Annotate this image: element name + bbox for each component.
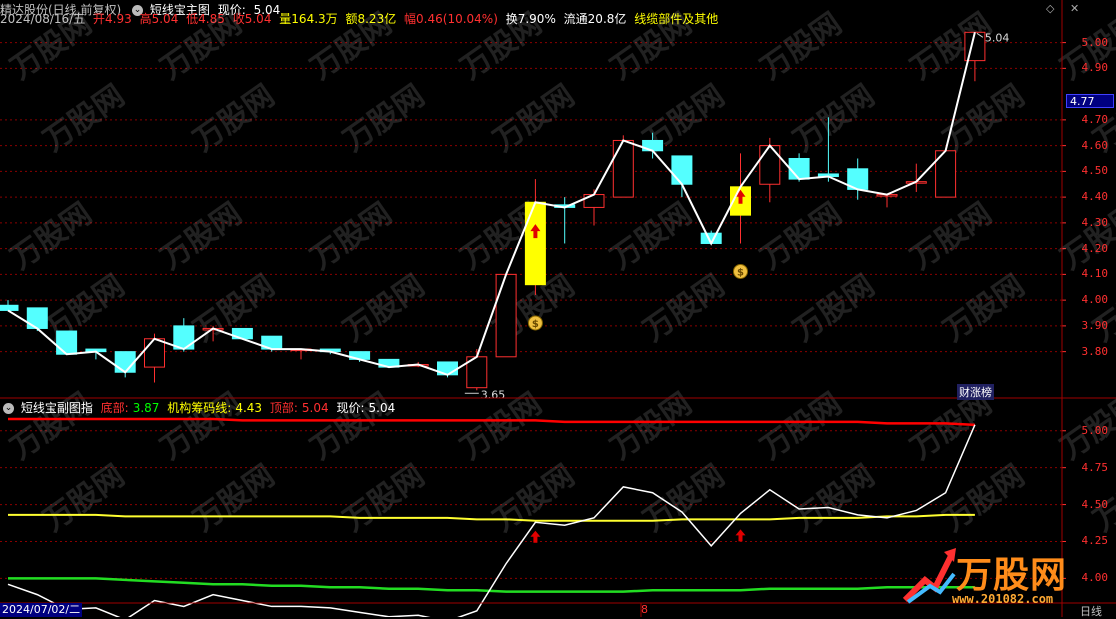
high-price-label: 5.04 [985,31,1010,44]
signal-candle [524,201,546,286]
price-chart[interactable]: 万股网 万股网 万股网 万股网 万股网 万股网 万股网 万股网万股网 万股网 万股网 万股网 万股网万… [0,0,1116,617]
caizhang-badge[interactable]: 财涨榜 [957,384,994,400]
down-candle [671,155,693,185]
axis-tick-label: 3.80 [1081,344,1109,358]
sub-indicator-name[interactable]: 短线宝副图指 [21,399,93,417]
up-candle [612,139,634,198]
top-value: 5.04 [301,401,329,415]
inst-value: 4.43 [235,401,263,415]
watermark-text: 万股网 [605,196,699,276]
bottom-value: 3.87 [132,401,160,415]
rising-arrow-icon [902,548,956,604]
sub-axis-tick-label: 5.00 [1081,423,1109,437]
watermark-text: 万股网 [37,78,131,158]
watermark-text: 万股网 [1055,196,1116,276]
axis-tick-label: 4.50 [1081,164,1109,178]
watermark-text: 万股网 [787,458,881,538]
watermark-text: 万股网 [905,196,999,276]
sub-axis-tick-label: 4.75 [1081,460,1109,474]
watermark-text: 万股网 [187,78,281,158]
month-mark: 8 [641,603,648,616]
watermark-text: 万股网 [155,196,249,276]
watermark-text: 万股网 [187,458,281,538]
current-price-tag: 4.77 [1066,93,1114,108]
watermark-text: 万股网 [637,268,731,348]
watermark-text: 万股网 [605,6,699,86]
watermark-text: 万股网 [305,196,399,276]
signal-arrow-icon [735,529,746,542]
watermark-text: 万股网 [337,268,431,348]
inst-label: 机构筹码线: [167,401,232,415]
down-candle [26,307,48,329]
axis-tick-label: 3.90 [1081,318,1109,332]
axis-tick-label: 4.20 [1081,241,1109,255]
bottom-line [8,577,975,593]
start-date: 2024/07/02/二 [0,603,83,617]
watermark-text: 万股网 [937,268,1031,348]
watermark-text: 万股网 [755,196,849,276]
axis-tick-label: 4.40 [1081,190,1109,204]
watermark-text: 万股网 [5,196,99,276]
axis-tick-label: 5.00 [1081,35,1109,49]
axis-tick-label: 4.00 [1081,293,1109,307]
sub-price-value: 5.04 [368,401,396,415]
money-bag-glyph: $ [532,319,539,330]
axis-tick-label: 4.10 [1081,267,1109,281]
watermark-text: 万股网 [305,6,399,86]
down-candle [114,351,136,373]
watermark-text: 万股网 [937,78,1031,158]
watermark-text: 万股网 [455,6,549,86]
watermark-text: 万股网 [337,458,431,538]
watermark-text: 万股网 [155,6,249,86]
up-candle [495,273,517,358]
top-label: 顶部: [269,401,298,415]
axis-tick-label: 4.30 [1081,215,1109,229]
watermark-brand: 万股网 [956,555,1068,596]
watermark-text: 万股网 [337,78,431,158]
watermark-text: 万股网 [937,458,1031,538]
up-candle [583,194,605,208]
sub-price-label: 现价: [336,401,365,415]
watermark-text: 万股网 [637,458,731,538]
watermark-text: 万股网 [37,458,131,538]
watermark-logo: 万股网 www.201082.com [900,540,1090,608]
watermark-text: 万股网 [5,6,99,86]
bottom-label: 底部: [100,401,129,415]
watermark-text: 万股网 [787,78,881,158]
chevron-down-icon[interactable]: ⌄ [3,402,14,414]
axis-tick-label: 4.60 [1081,138,1109,152]
money-bag-glyph: $ [737,267,744,278]
watermark-text: 万股网 [487,458,581,538]
up-candle [144,338,165,368]
axis-tick-label: 4.70 [1081,112,1109,126]
down-candle [56,330,78,355]
watermark-text: 万股网 [755,6,849,86]
watermark-text: 万股网 [787,268,881,348]
watermark-text: 万股网 [37,268,131,348]
down-candle [788,157,810,180]
axis-tick-label: 4.90 [1081,61,1109,75]
low-price-label: 3.65 [481,388,506,401]
up-candle [759,145,781,185]
sub-header: ⌄ 短线宝副图指 底部: 3.87 机构筹码线: 4.43 顶部: 5.04 现价: 5… [0,399,399,417]
watermark-text: 万股网 [487,78,581,158]
down-candle [0,304,19,311]
sub-axis-tick-label: 4.50 [1081,497,1109,511]
watermark-url: www.201082.com [952,592,1054,606]
